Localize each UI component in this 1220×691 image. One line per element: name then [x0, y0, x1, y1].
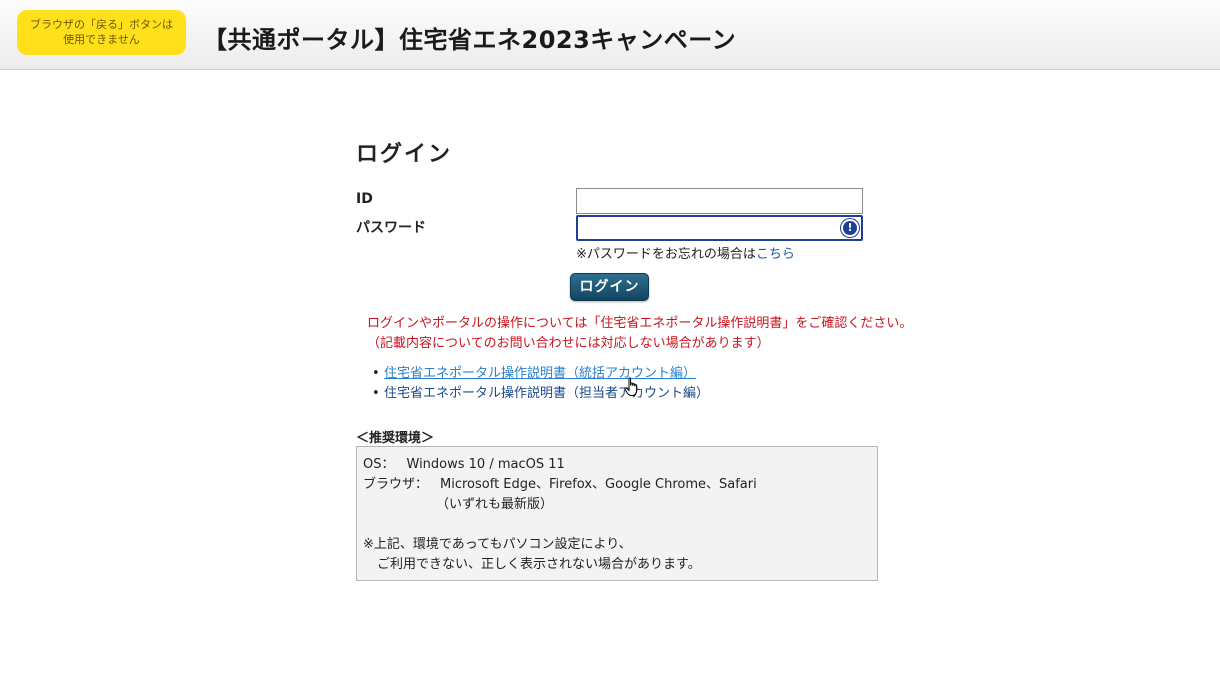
recommended-environment-title: ＜推奨環境＞ [356, 431, 435, 446]
id-label: ID [356, 191, 373, 207]
hand-pointer-cursor-icon [624, 377, 638, 396]
notice-line1: ログインやポータルの操作については「住宅省エネポータル操作説明書」をご確認くださ… [367, 316, 913, 331]
back-note-line1: ブラウザの「戻る」ボタンは [30, 18, 173, 31]
caution-line2: ご利用できない、正しく表示されない場合があります。 [377, 557, 701, 572]
caution-line1: ※上記、環境であってもパソコン設定により、 [363, 537, 632, 552]
manual-link-staff-account[interactable]: 住宅省エネポータル操作説明書（担当者アカウント編） [384, 386, 709, 401]
forgot-password-prefix: ※パスワードをお忘れの場合は [576, 247, 756, 262]
manual-link-list: 住宅省エネポータル操作説明書（統括アカウント編） 住宅省エネポータル操作説明書（… [372, 364, 709, 404]
manual-notice: ログインやポータルの操作については「住宅省エネポータル操作説明書」をご確認くださ… [367, 314, 912, 354]
login-button[interactable]: ログイン [570, 273, 649, 301]
back-note-line2: 使用できません [63, 33, 140, 46]
page-header: ブラウザの「戻る」ボタンは 使用できません 【共通ポータル】住宅省エネ2023キ… [0, 0, 1220, 70]
forgot-password-text: ※パスワードをお忘れの場合はこちら [576, 243, 795, 262]
forgot-password-link[interactable]: こちら [756, 247, 795, 262]
browser-value: Microsoft Edge、Firefox、Google Chrome、Saf… [440, 477, 757, 492]
manual-link-admin-account[interactable]: 住宅省エネポータル操作説明書（統括アカウント編） [384, 366, 696, 381]
browser-row: ブラウザ： Microsoft Edge、Firefox、Google Chrom… [363, 475, 871, 495]
os-value: Windows 10 / macOS 11 [406, 457, 565, 472]
id-input[interactable] [576, 188, 863, 214]
list-item: 住宅省エネポータル操作説明書（統括アカウント編） [372, 364, 709, 384]
recommended-environment-box: OS： Windows 10 / macOS 11 ブラウザ： Microsoft … [356, 446, 878, 581]
page-title: ログイン [356, 142, 453, 167]
password-input[interactable] [576, 215, 863, 241]
site-title: 【共通ポータル】住宅省エネ2023キャンペーン [203, 26, 737, 54]
back-button-warning-badge: ブラウザの「戻る」ボタンは 使用できません [17, 10, 186, 55]
browser-note: （いずれも最新版） [436, 497, 554, 512]
os-label: OS： [363, 457, 395, 472]
browser-label: ブラウザ： [363, 477, 429, 492]
onepassword-icon[interactable]: ! [841, 219, 859, 237]
notice-line2: （記載内容についてのお問い合わせには対応しない場合があります） [367, 336, 770, 351]
os-row: OS： Windows 10 / macOS 11 [363, 455, 871, 475]
list-item: 住宅省エネポータル操作説明書（担当者アカウント編） [372, 384, 709, 404]
password-label: パスワード [356, 220, 426, 236]
